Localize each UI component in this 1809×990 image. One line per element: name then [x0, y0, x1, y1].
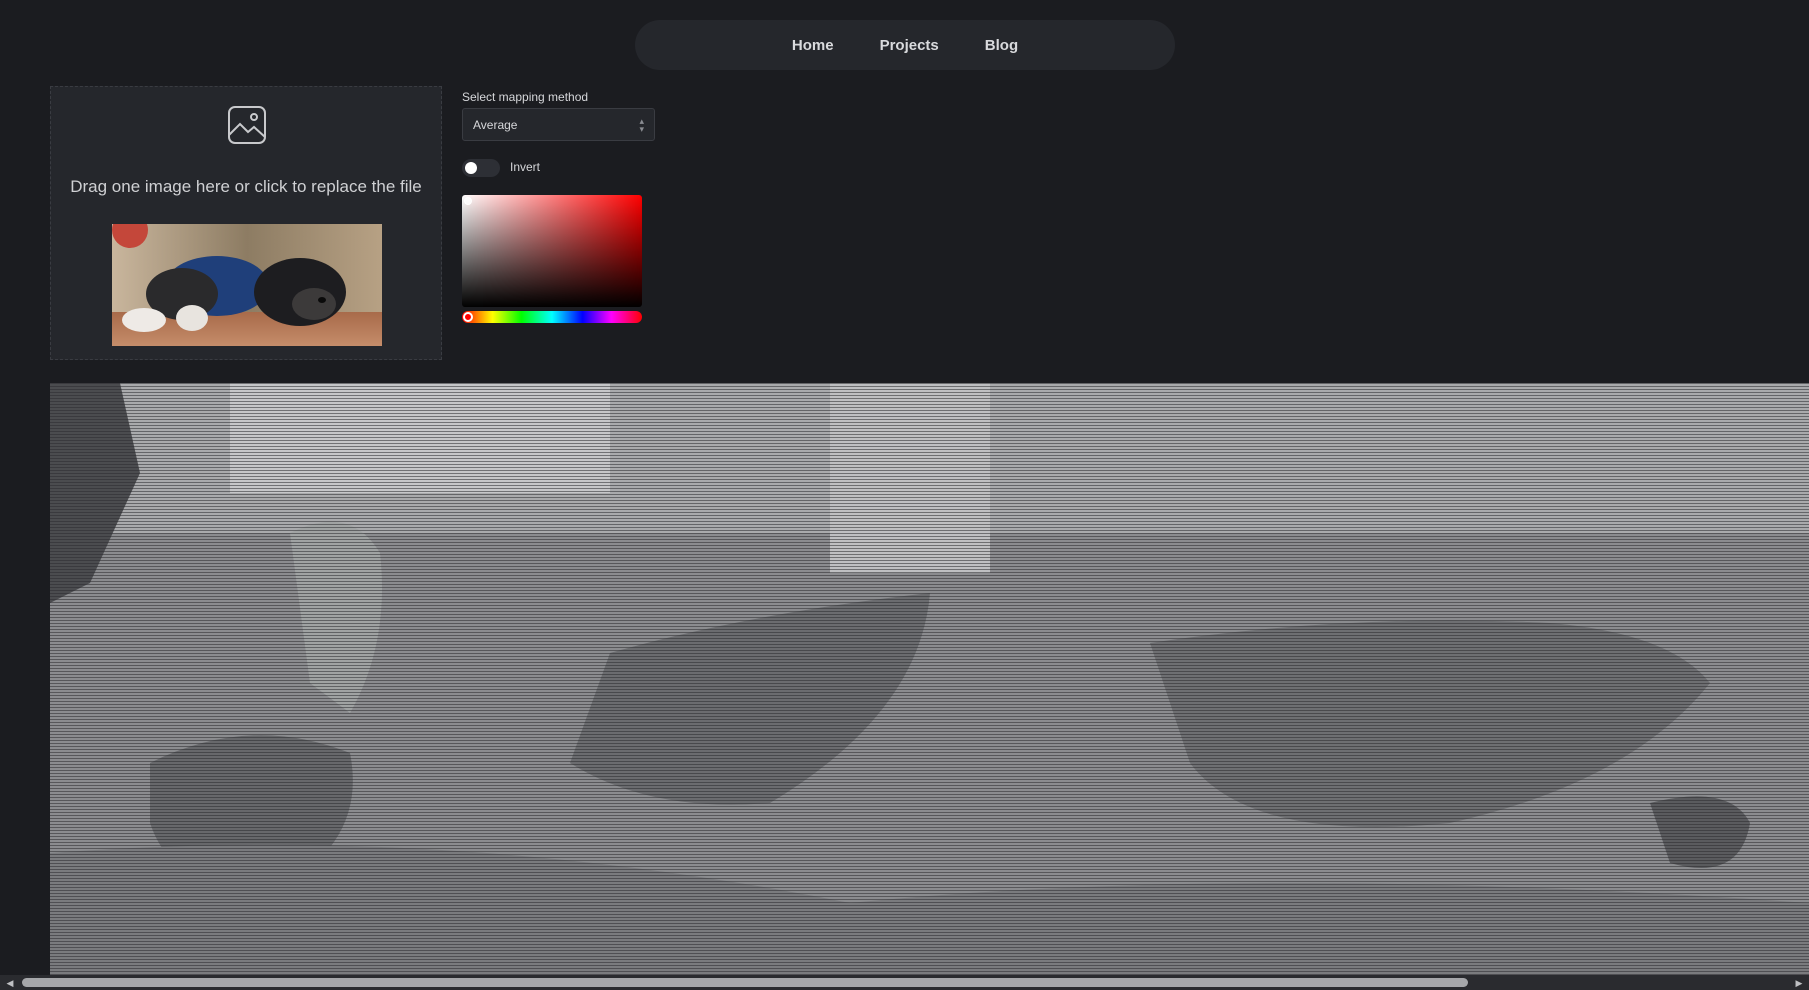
invert-label: Invert — [510, 160, 541, 174]
ascii-art-canvas — [50, 383, 1809, 975]
nav-blog-link[interactable]: Blog — [985, 37, 1018, 54]
horizontal-scrollbar[interactable]: ◀ ▶ — [0, 975, 1809, 990]
arrow-left-icon[interactable]: ◀ — [4, 977, 16, 989]
mapping-method-label: Select mapping method — [462, 90, 589, 104]
image-dropzone[interactable]: Drag one image here or click to replace … — [50, 86, 442, 360]
top-nav: Home Projects Blog — [635, 20, 1175, 70]
uploaded-image-preview — [112, 224, 382, 346]
scrollbar-thumb[interactable] — [22, 978, 1468, 987]
picker-cursor[interactable] — [464, 197, 472, 205]
mapping-method-value: Average — [473, 117, 518, 132]
dropzone-instructions: Drag one image here or click to replace … — [70, 177, 422, 196]
nav-home-link[interactable]: Home — [792, 37, 834, 54]
ascii-art-output — [50, 383, 1809, 975]
saturation-value-picker[interactable] — [462, 195, 642, 307]
arrow-right-icon[interactable]: ▶ — [1793, 977, 1805, 989]
image-icon — [228, 106, 266, 144]
toggle-knob — [465, 162, 477, 174]
nav-projects-link[interactable]: Projects — [880, 37, 939, 54]
invert-toggle[interactable] — [462, 159, 500, 177]
hue-slider-knob[interactable] — [463, 312, 473, 322]
chevron-updown-icon: ▴ ▾ — [639, 115, 644, 134]
mapping-method-select[interactable]: Average ▴ ▾ — [462, 108, 655, 141]
hue-slider[interactable] — [462, 311, 642, 323]
